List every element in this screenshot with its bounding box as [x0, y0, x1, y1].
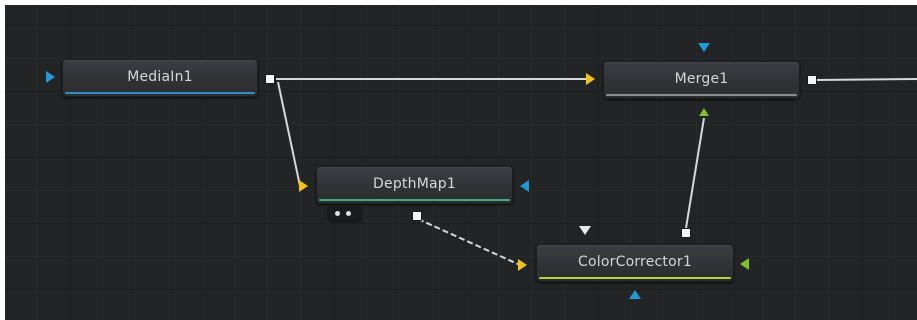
wire-mediain-to-depthmap[interactable]	[277, 81, 301, 187]
colorcorrector-output-square-icon[interactable]	[681, 228, 691, 238]
node-merge1-label: Merge1	[674, 71, 729, 87]
node-colorcorrector1-stripe	[539, 277, 731, 279]
node-depthmap1-stripe	[319, 199, 510, 201]
node-editor[interactable]: MediaIn1 Merge1 DepthMap1 ColorCorrector…	[0, 0, 917, 320]
merge-output-square-icon[interactable]	[807, 75, 817, 85]
node-colorcorrector1[interactable]: ColorCorrector1	[536, 244, 734, 282]
colorcorrector-input-triangle-icon[interactable]	[579, 226, 591, 235]
node-colorcorrector1-label: ColorCorrector1	[578, 254, 692, 270]
connection-wires	[276, 78, 917, 266]
view-dot-left-icon[interactable]	[335, 211, 340, 216]
colorcorrector-background-input-triangle-icon[interactable]	[518, 259, 527, 271]
node-merge1[interactable]: Merge1	[603, 61, 800, 99]
depthmap-input-triangle-icon[interactable]	[299, 180, 308, 192]
colorcorrector-mask-input-triangle-icon[interactable]	[629, 290, 641, 299]
depthmap-view-toggle[interactable]	[328, 207, 362, 221]
merge-background-input-triangle-icon[interactable]	[586, 73, 595, 85]
node-depthmap1-label: DepthMap1	[373, 176, 456, 192]
wire-colorcorrector-to-merge[interactable]	[685, 117, 705, 229]
colorcorrector-foreground-input-triangle-icon[interactable]	[740, 258, 749, 270]
merge-foreground-input-triangle-icon[interactable]	[699, 108, 709, 116]
node-depthmap1[interactable]: DepthMap1	[316, 166, 513, 204]
mediain-output-square-icon[interactable]	[265, 74, 275, 84]
node-merge1-stripe	[606, 94, 797, 96]
wire-merge-output[interactable]	[816, 78, 917, 81]
depthmap-mask-input-triangle-icon[interactable]	[520, 180, 529, 192]
node-mediain1[interactable]: MediaIn1	[62, 59, 258, 97]
mediain-input-triangle-icon[interactable]	[46, 71, 55, 83]
node-mediain1-label: MediaIn1	[127, 69, 193, 85]
view-dot-right-icon[interactable]	[346, 211, 351, 216]
depthmap-output-square-icon[interactable]	[412, 211, 422, 221]
wire-depthmap-to-colorcorrector[interactable]	[417, 218, 521, 266]
node-mediain1-stripe	[65, 92, 255, 94]
merge-effect-mask-triangle-icon[interactable]	[698, 43, 710, 52]
